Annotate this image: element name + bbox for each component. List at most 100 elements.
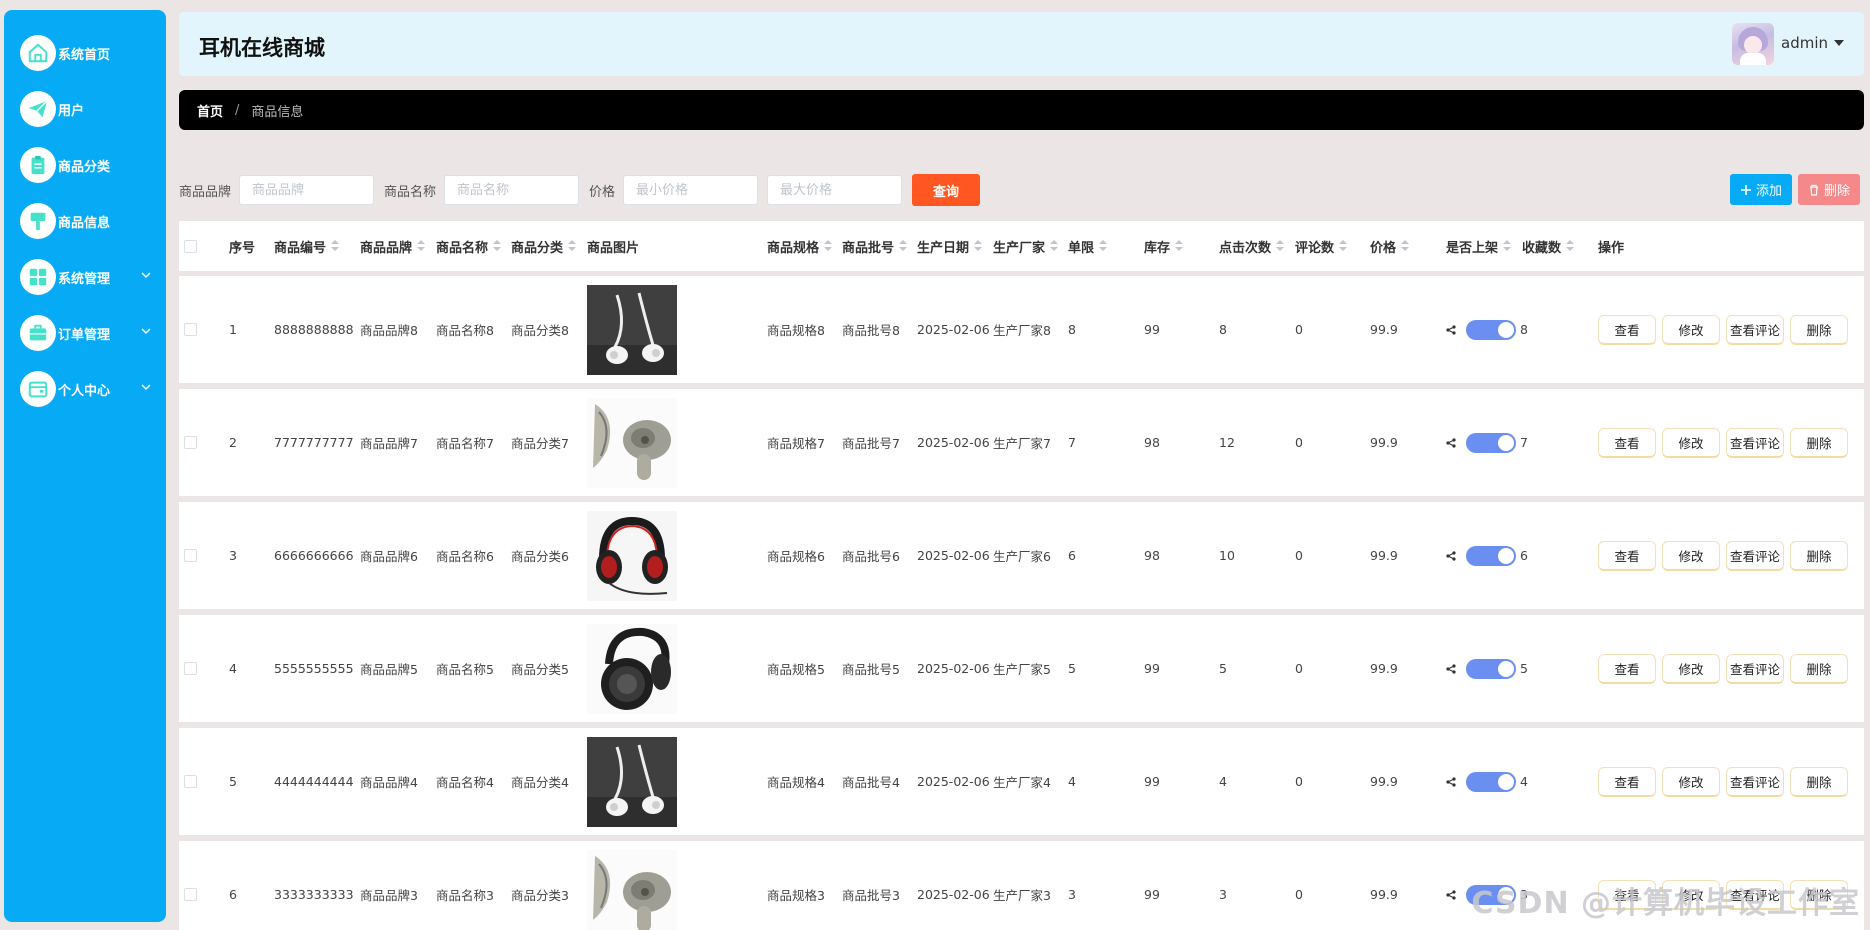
cell-limit: 5 [1068,661,1076,676]
cell-clicks: 10 [1219,548,1235,563]
delete-button[interactable]: 删除 [1790,427,1848,458]
view-button[interactable]: 查看 [1598,653,1656,684]
sort-icon[interactable] [1276,240,1285,252]
header-listed[interactable]: 是否上架 [1446,221,1512,271]
row-checkbox[interactable] [184,323,197,336]
sidebar-item-system[interactable]: 系统管理 [4,249,166,305]
sort-icon[interactable] [1503,240,1512,252]
sort-icon[interactable] [568,240,577,252]
edit-button[interactable]: 修改 [1662,766,1720,797]
delete-button[interactable]: 删除 [1790,314,1848,345]
header-name[interactable]: 商品名称 [436,221,502,271]
product-image[interactable] [587,736,677,827]
view-button[interactable]: 查看 [1598,427,1656,458]
header-code[interactable]: 商品编号 [274,221,340,271]
query-button[interactable]: 查询 [912,174,981,206]
sidebar-item-home[interactable]: 系统首页 [4,25,166,81]
header-stock[interactable]: 库存 [1144,221,1184,271]
sort-icon[interactable] [824,240,833,252]
header-limit[interactable]: 单限 [1068,221,1108,271]
view-button[interactable]: 查看 [1598,540,1656,571]
listed-toggle[interactable] [1466,658,1516,679]
header-batch[interactable]: 商品批号 [842,221,908,271]
cell-brand: 商品品牌3 [360,888,418,903]
view-comments-button[interactable]: 查看评论 [1726,314,1784,345]
view-comments-button[interactable]: 查看评论 [1726,766,1784,797]
header-date[interactable]: 生产日期 [917,221,983,271]
product-image[interactable] [587,849,677,930]
cell-maker: 生产厂家4 [993,775,1051,790]
sort-icon[interactable] [1099,240,1108,252]
sort-icon[interactable] [1566,240,1575,252]
sort-icon[interactable] [493,240,502,252]
listed-toggle[interactable] [1466,771,1516,792]
header-favorites[interactable]: 收藏数 [1522,221,1575,271]
sidebar-item-category[interactable]: 商品分类 [4,137,166,193]
add-button[interactable]: 添加 [1730,174,1792,205]
product-image[interactable] [587,284,677,375]
view-comments-button[interactable]: 查看评论 [1726,653,1784,684]
delete-button[interactable]: 删除 [1790,766,1848,797]
sidebar-item-orders[interactable]: 订单管理 [4,305,166,361]
view-comments-button[interactable]: 查看评论 [1726,540,1784,571]
row-checkbox[interactable] [184,888,197,901]
sort-icon[interactable] [417,240,426,252]
sort-icon[interactable] [1401,240,1410,252]
edit-button[interactable]: 修改 [1662,540,1720,571]
delete-button[interactable]: 删除 [1790,540,1848,571]
max-price-input[interactable] [767,175,903,205]
edit-button[interactable]: 修改 [1662,427,1720,458]
cell-code: 6666666666 [274,548,354,563]
name-search-input[interactable] [444,175,580,205]
view-comments-button[interactable]: 查看评论 [1726,427,1784,458]
sort-icon[interactable] [974,240,983,252]
sort-icon[interactable] [899,240,908,252]
sort-icon[interactable] [1175,240,1184,252]
sidebar-item-profile[interactable]: 个人中心 [4,361,166,417]
product-image[interactable] [587,397,677,488]
cell-stock: 99 [1144,887,1160,902]
brand-search-input[interactable] [239,175,375,205]
cell-name: 商品名称4 [436,775,494,790]
breadcrumb-current: 商品信息 [251,104,304,120]
row-checkbox[interactable] [184,662,197,675]
header-comments[interactable]: 评论数 [1295,221,1348,271]
cell-clicks: 5 [1219,661,1227,676]
view-button[interactable]: 查看 [1598,766,1656,797]
header-brand[interactable]: 商品品牌 [360,221,426,271]
product-image[interactable] [587,623,677,714]
delete-button[interactable]: 删除 [1790,653,1848,684]
header-maker[interactable]: 生产厂家 [993,221,1059,271]
product-image[interactable] [587,510,677,601]
header-spec[interactable]: 商品规格 [767,221,833,271]
header-category[interactable]: 商品分类 [511,221,577,271]
cell-index: 5 [229,774,237,789]
grid-icon [20,259,56,295]
listed-toggle[interactable] [1466,432,1516,453]
min-price-input[interactable] [623,175,759,205]
user-menu[interactable]: admin [1781,34,1844,52]
row-checkbox[interactable] [184,436,197,449]
listed-toggle[interactable] [1466,319,1516,340]
username: admin [1781,34,1828,52]
row-checkbox[interactable] [184,775,197,788]
sidebar-item-products[interactable]: 商品信息 [4,193,166,249]
header-price[interactable]: 价格 [1370,221,1410,271]
sidebar-item-users[interactable]: 用户 [4,81,166,137]
sort-icon[interactable] [331,240,340,252]
sort-icon[interactable] [1050,240,1059,252]
header-clicks[interactable]: 点击次数 [1219,221,1285,271]
listed-toggle[interactable] [1466,545,1516,566]
row-checkbox[interactable] [184,549,197,562]
cell-stock: 98 [1144,548,1160,563]
edit-button[interactable]: 修改 [1662,314,1720,345]
breadcrumb-home[interactable]: 首页 [197,101,223,120]
sort-icon[interactable] [1339,240,1348,252]
header-actions: 操作 [1598,240,1625,256]
avatar[interactable] [1732,23,1774,65]
edit-button[interactable]: 修改 [1662,653,1720,684]
cell-favorites: 7 [1520,435,1528,450]
batch-delete-button[interactable]: 删除 [1798,174,1860,205]
view-button[interactable]: 查看 [1598,314,1656,345]
select-all-checkbox[interactable] [184,239,197,253]
